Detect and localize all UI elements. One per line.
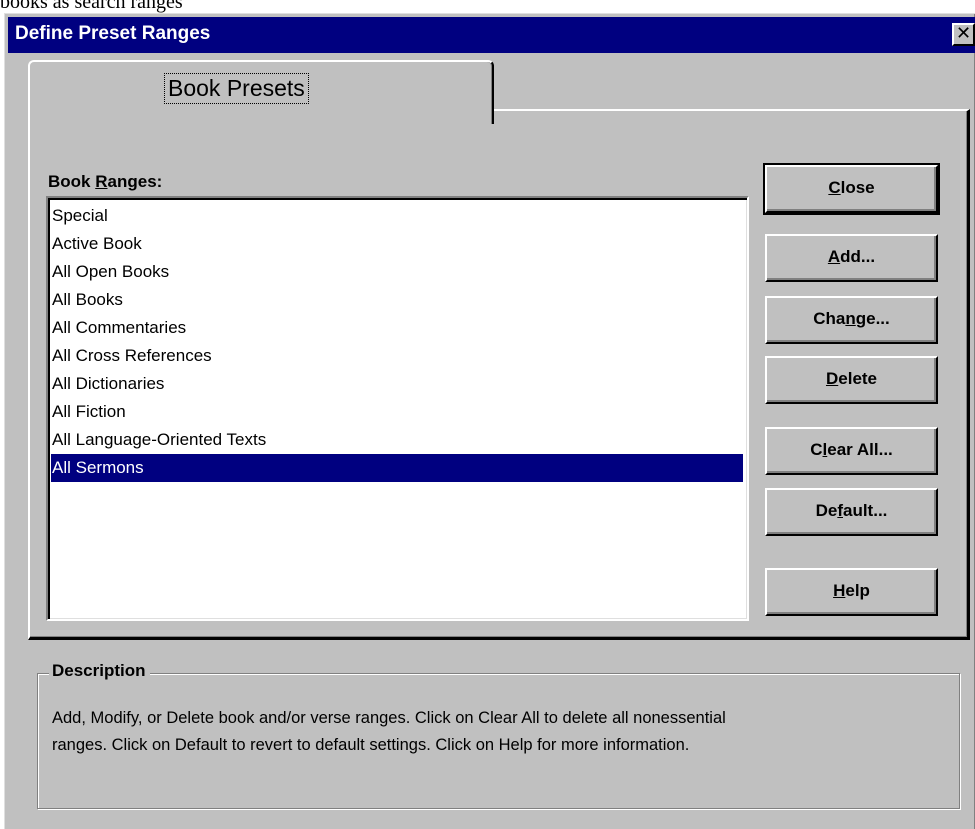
list-item[interactable]: All Fiction <box>51 398 743 426</box>
description-title: Description <box>49 661 150 681</box>
mnemonic: R <box>95 172 108 191</box>
list-item[interactable]: Special <box>51 202 743 230</box>
list-item[interactable]: All Open Books <box>51 258 743 286</box>
list-item[interactable]: All Language-Oriented Texts <box>51 426 743 454</box>
btn-text: elp <box>845 581 870 600</box>
btn-text: elete <box>838 369 878 388</box>
btn-text: lose <box>840 178 875 197</box>
delete-button[interactable]: Delete <box>765 356 938 404</box>
tab-label: Book Presets <box>164 73 309 104</box>
btn-text: ault... <box>843 501 888 520</box>
mnemonic: H <box>833 581 846 600</box>
title-bar[interactable]: Define Preset Ranges ✕ <box>8 17 975 53</box>
description-line: Add, Modify, or Delete book and/or verse… <box>52 709 726 727</box>
mnemonic: D <box>825 369 839 388</box>
list-item[interactable]: All Dictionaries <box>51 370 743 398</box>
list-item[interactable]: All Commentaries <box>51 314 743 342</box>
btn-text: De <box>815 501 838 520</box>
close-button[interactable]: Close <box>763 163 940 215</box>
description-line: ranges. Click on Default to revert to de… <box>52 736 690 754</box>
btn-text: ge... <box>855 309 890 328</box>
tab-joint <box>30 106 490 114</box>
tab-book-presets[interactable]: Book Presets <box>28 60 494 124</box>
book-ranges-listbox[interactable]: Special Active Book All Open Books All Book… <box>46 196 749 621</box>
label-text: Book <box>48 172 96 191</box>
default-button[interactable]: Default... <box>765 488 938 536</box>
btn-text: Cha <box>813 309 846 328</box>
list-items: Special Active Book All Open Books All Book… <box>51 202 743 482</box>
close-icon[interactable]: ✕ <box>952 23 975 46</box>
btn-text: dd... <box>840 247 876 266</box>
list-item[interactable]: All Books <box>51 286 743 314</box>
label-text: anges: <box>107 172 163 191</box>
btn-text: C <box>810 440 823 459</box>
help-button[interactable]: Help <box>765 568 938 616</box>
caption-fragment: books as search ranges <box>0 0 183 13</box>
list-item[interactable]: All Cross References <box>51 342 743 370</box>
window-title: Define Preset Ranges <box>15 23 211 44</box>
description-text: Add, Modify, or Delete book and/or verse… <box>52 705 952 759</box>
list-item[interactable]: All Sermons <box>51 454 743 482</box>
btn-text: ear All... <box>827 440 893 459</box>
clear-all-button[interactable]: Clear All... <box>765 427 938 475</box>
list-item[interactable]: Active Book <box>51 230 743 258</box>
add-button[interactable]: Add... <box>765 234 938 282</box>
mnemonic: A <box>827 247 841 266</box>
mnemonic: n <box>845 309 856 328</box>
mnemonic: C <box>828 178 841 197</box>
change-button[interactable]: Change... <box>765 296 938 344</box>
book-ranges-label: Book Ranges: <box>48 172 162 192</box>
